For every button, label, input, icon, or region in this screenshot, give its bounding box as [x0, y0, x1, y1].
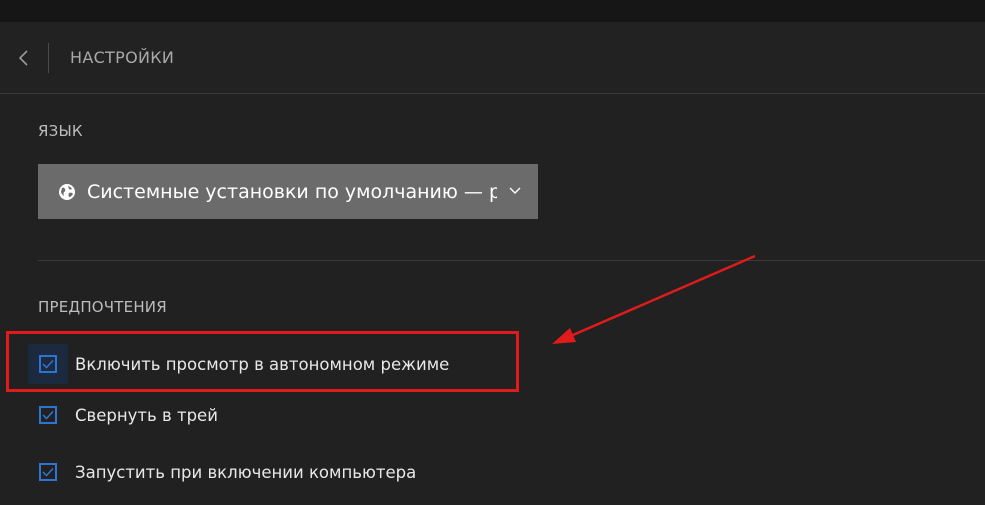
launch-on-startup-checkbox[interactable]: [39, 463, 57, 481]
checkmark-icon: [42, 467, 54, 477]
minimize-to-tray-label: Свернуть в трей: [75, 405, 218, 425]
language-select[interactable]: Системные установки по умолчанию — русск…: [38, 164, 538, 219]
header-divider: [48, 43, 49, 73]
checkbox-area[interactable]: [28, 395, 68, 435]
chevron-down-icon: [509, 187, 521, 194]
section-divider: [38, 260, 985, 261]
preferences-section-label: ПРЕДПОЧТЕНИЯ: [38, 298, 167, 316]
checkmark-icon: [42, 359, 54, 369]
minimize-to-tray-checkbox[interactable]: [39, 406, 57, 424]
checkbox-area[interactable]: [28, 452, 68, 492]
language-section-label: ЯЗЫК: [38, 122, 83, 140]
window-top-bar: [0, 0, 985, 22]
offline-mode-checkbox[interactable]: [39, 355, 57, 373]
annotation-arrow: [552, 254, 756, 344]
pref-offline-mode[interactable]: Включить просмотр в автономном режиме: [28, 341, 449, 387]
pref-minimize-to-tray[interactable]: Свернуть в трей: [28, 392, 218, 438]
page-title: НАСТРОЙКИ: [70, 48, 175, 67]
checkmark-icon: [42, 410, 54, 420]
language-select-value: Системные установки по умолчанию — русск…: [87, 180, 497, 203]
checkbox-hover-area[interactable]: [28, 344, 68, 384]
settings-header: НАСТРОЙКИ: [0, 22, 985, 94]
offline-mode-label: Включить просмотр в автономном режиме: [75, 354, 450, 374]
chevron-left-icon: [18, 50, 28, 66]
globe-icon: [59, 183, 75, 200]
back-button[interactable]: [10, 46, 38, 70]
pref-launch-on-startup[interactable]: Запустить при включении компьютера: [28, 449, 416, 495]
launch-on-startup-label: Запустить при включении компьютера: [75, 462, 417, 482]
